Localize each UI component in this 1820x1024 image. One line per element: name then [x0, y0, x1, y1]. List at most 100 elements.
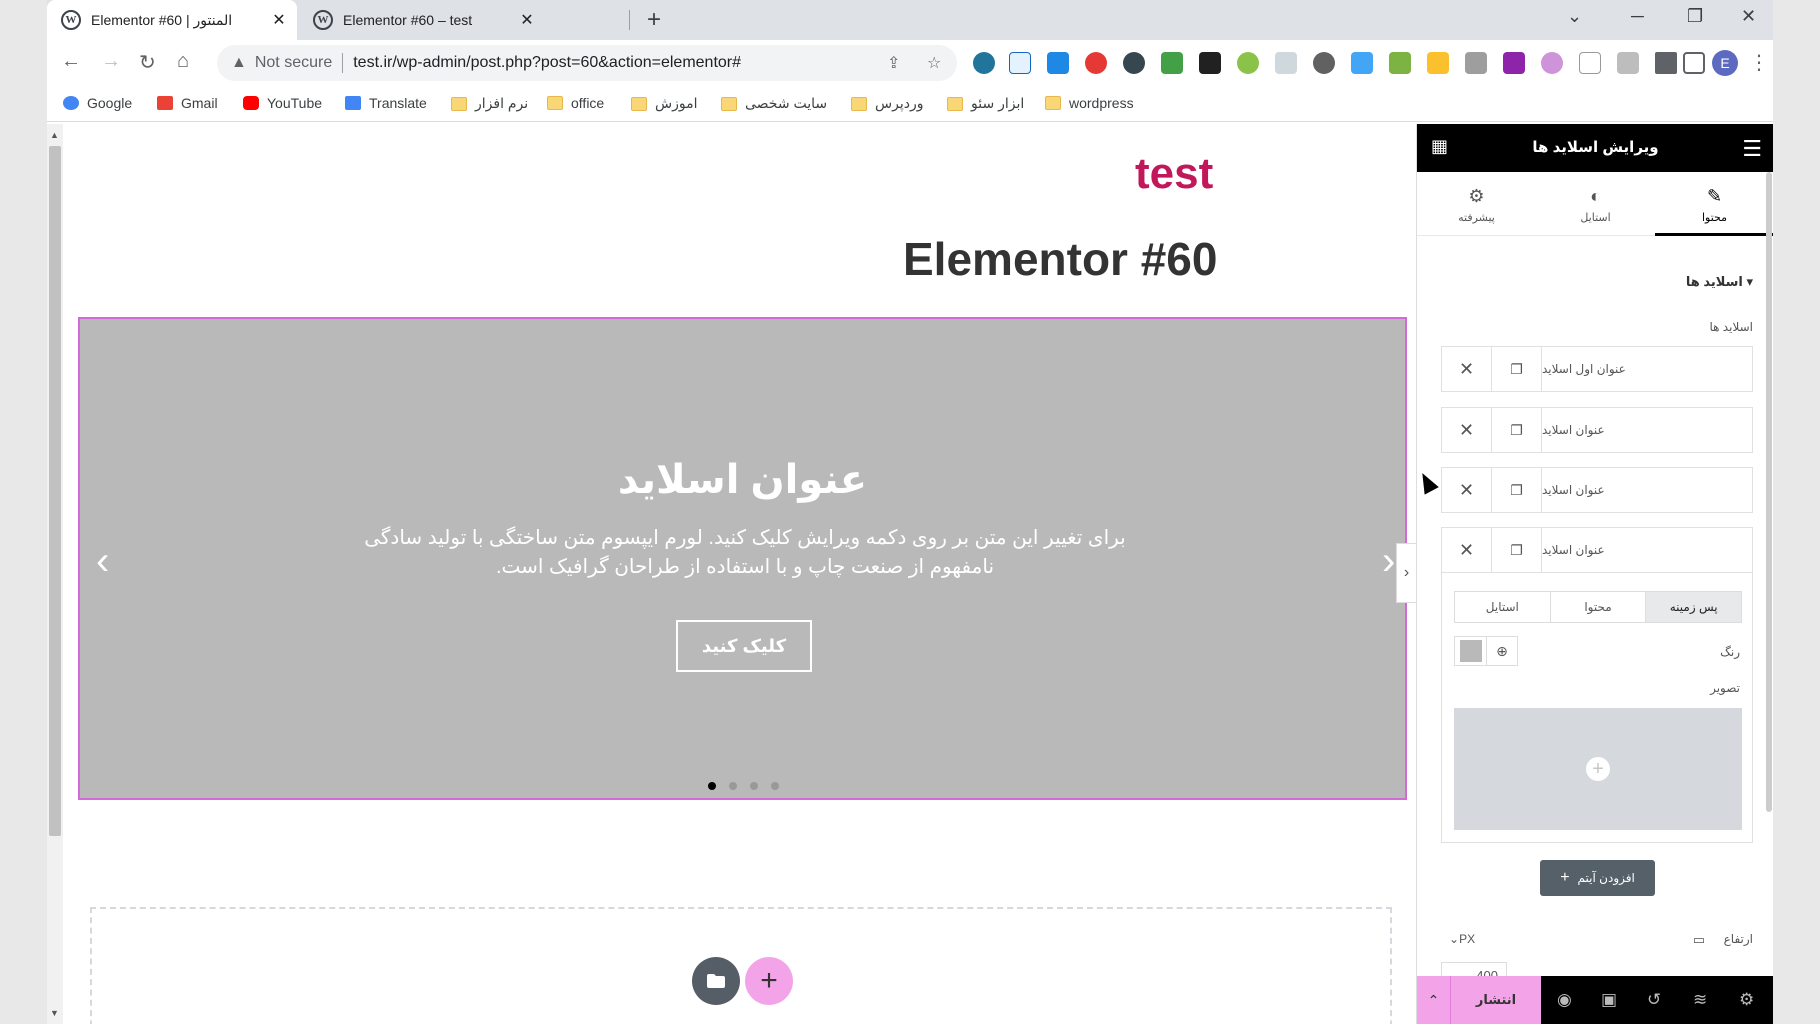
- close-icon[interactable]: ✕: [1442, 528, 1492, 572]
- reload-icon[interactable]: ↻: [139, 50, 156, 75]
- slides-widget[interactable]: عنوان اسلاید برای تغییر این متن بر روی د…: [78, 317, 1407, 800]
- close-icon[interactable]: ✕: [269, 10, 289, 30]
- close-icon[interactable]: ✕: [1442, 408, 1492, 452]
- template-library-button[interactable]: [692, 957, 740, 1005]
- extension-s-icon[interactable]: [1085, 52, 1107, 74]
- duplicate-icon[interactable]: ❐: [1492, 347, 1542, 391]
- widgets-grid-icon[interactable]: ▦: [1431, 136, 1448, 157]
- profile-avatar[interactable]: E: [1712, 50, 1738, 76]
- extension-box-icon[interactable]: [1617, 52, 1639, 74]
- bookmark-folder[interactable]: وردپرس: [851, 95, 923, 112]
- bookmark-star-icon[interactable]: ☆: [927, 53, 941, 73]
- repeater-item[interactable]: ✕ ❐ عنوان اول اسلاید: [1441, 346, 1753, 392]
- bookmark-folder[interactable]: نرم افزار: [451, 95, 528, 112]
- bookmark-google[interactable]: Google: [63, 95, 132, 111]
- close-icon[interactable]: ✕: [1442, 468, 1492, 512]
- slide-button[interactable]: کلیک کنید: [676, 620, 812, 672]
- repeater-item[interactable]: ✕ ❐ عنوان اسلاید: [1441, 467, 1753, 513]
- bookmark-youtube[interactable]: YouTube: [243, 95, 322, 111]
- color-swatch[interactable]: [1455, 637, 1487, 665]
- layers-icon[interactable]: ≋: [1693, 990, 1707, 1010]
- extension-translate-icon[interactable]: [1351, 52, 1373, 74]
- extension-mail-icon[interactable]: [1199, 52, 1221, 74]
- publish-button[interactable]: ⌃ انتشار: [1417, 976, 1541, 1024]
- extension-rss-icon[interactable]: [1427, 52, 1449, 74]
- forward-icon[interactable]: →: [101, 50, 121, 73]
- extension-seo-icon[interactable]: [1237, 52, 1259, 74]
- eye-icon[interactable]: ◉: [1557, 990, 1572, 1010]
- extension-cursor-icon[interactable]: [1123, 52, 1145, 74]
- chevron-left-icon[interactable]: ‹: [96, 539, 109, 584]
- wordpress-extension-icon[interactable]: [973, 52, 995, 74]
- extension-gear-icon[interactable]: [1313, 52, 1335, 74]
- history-icon[interactable]: ↺: [1647, 990, 1661, 1010]
- responsive-icon[interactable]: ▣: [1601, 990, 1617, 1010]
- scroll-down-icon[interactable]: ▼: [50, 1008, 59, 1018]
- duplicate-icon[interactable]: ❐: [1492, 468, 1542, 512]
- panel-scrollbar[interactable]: [1766, 172, 1772, 812]
- bookmark-folder[interactable]: office: [547, 95, 604, 111]
- scroll-up-icon[interactable]: ▲: [50, 130, 59, 140]
- inner-tab-background[interactable]: پس زمینه: [1645, 592, 1741, 622]
- inner-tab-content[interactable]: محتوا: [1549, 592, 1646, 622]
- bookmark-translate[interactable]: Translate: [345, 95, 427, 111]
- duplicate-icon[interactable]: ❐: [1492, 528, 1542, 572]
- tab-content[interactable]: ✎ محتوا: [1655, 172, 1773, 236]
- slider-dot[interactable]: [708, 782, 716, 790]
- inner-tab-style[interactable]: استایل: [1455, 592, 1550, 622]
- share-icon[interactable]: ⇪: [887, 53, 900, 73]
- section-toggle[interactable]: ▾ اسلاید ها: [1686, 274, 1753, 290]
- chevron-right-icon[interactable]: ›: [1382, 539, 1395, 584]
- url-text[interactable]: test.ir/wp-admin/post.php?post=60&action…: [353, 54, 741, 72]
- slider-dot[interactable]: [729, 782, 737, 790]
- bookmark-gmail[interactable]: Gmail: [157, 95, 218, 111]
- canvas-scrollbar[interactable]: ▲ ▼: [47, 124, 63, 1024]
- restore-icon[interactable]: ❐: [1687, 6, 1703, 27]
- repeater-item-title[interactable]: عنوان اسلاید: [1542, 408, 1752, 452]
- minimize-icon[interactable]: ─: [1631, 6, 1644, 27]
- kebab-menu-icon[interactable]: ⋮: [1749, 50, 1769, 75]
- gear-icon[interactable]: ⚙: [1739, 990, 1754, 1010]
- repeater-item-title[interactable]: عنوان اسلاید: [1542, 528, 1752, 572]
- bookmark-folder[interactable]: wordpress: [1045, 95, 1134, 111]
- bookmark-folder[interactable]: ابزار سئو: [947, 95, 1024, 112]
- extension-n-icon[interactable]: [1009, 52, 1031, 74]
- scrollbar-thumb[interactable]: [49, 146, 61, 836]
- extension-purple-icon[interactable]: [1503, 52, 1525, 74]
- close-icon[interactable]: ✕: [517, 10, 537, 30]
- add-section-dropzone[interactable]: [90, 907, 1392, 1024]
- unit-select[interactable]: ⌄PX: [1449, 932, 1475, 946]
- add-item-button[interactable]: افزودن آیتم +: [1540, 860, 1655, 896]
- repeater-item[interactable]: ✕ ❐ عنوان اسلاید: [1441, 407, 1753, 453]
- extension-fx-icon[interactable]: [1579, 52, 1601, 74]
- repeater-item-title[interactable]: عنوان اسلاید: [1542, 468, 1752, 512]
- new-tab-icon[interactable]: +: [647, 6, 661, 34]
- address-bar[interactable]: ▲ Not secure test.ir/wp-admin/post.php?p…: [217, 45, 957, 81]
- repeater-item-title[interactable]: عنوان اول اسلاید: [1542, 347, 1752, 391]
- close-icon[interactable]: ✕: [1442, 347, 1492, 391]
- add-section-button[interactable]: +: [745, 957, 793, 1005]
- extension-js-icon[interactable]: [1275, 52, 1297, 74]
- site-title[interactable]: test: [1135, 149, 1213, 199]
- slider-dot[interactable]: [750, 782, 758, 790]
- duplicate-icon[interactable]: ❐: [1492, 408, 1542, 452]
- tab-style[interactable]: ◐ استایل: [1536, 172, 1655, 236]
- slider-dot[interactable]: [771, 782, 779, 790]
- extension-counter-icon[interactable]: [1161, 52, 1183, 74]
- bookmark-folder[interactable]: سایت شخصی: [721, 95, 827, 112]
- extensions-puzzle-icon[interactable]: [1655, 52, 1677, 74]
- back-icon[interactable]: ←: [61, 50, 81, 73]
- tab-elementor-editor[interactable]: W Elementor #60 | المنتور ✕: [47, 0, 297, 40]
- bookmark-folder[interactable]: اموزش: [631, 95, 697, 112]
- extension-pen-icon[interactable]: [1541, 52, 1563, 74]
- home-icon[interactable]: ⌂: [177, 50, 189, 73]
- color-picker[interactable]: ⊕: [1454, 636, 1518, 666]
- tab-advanced[interactable]: ⚙ پیشرفته: [1417, 172, 1536, 236]
- globe-icon[interactable]: ⊕: [1487, 637, 1517, 665]
- extension-doc-icon[interactable]: [1047, 52, 1069, 74]
- desktop-icon[interactable]: ▭: [1693, 932, 1705, 948]
- page-title[interactable]: Elementor #60: [903, 232, 1217, 286]
- image-chooser[interactable]: +: [1454, 708, 1742, 830]
- repeater-item[interactable]: ✕ ❐ عنوان اسلاید: [1441, 527, 1753, 573]
- extension-gray-icon[interactable]: [1465, 52, 1487, 74]
